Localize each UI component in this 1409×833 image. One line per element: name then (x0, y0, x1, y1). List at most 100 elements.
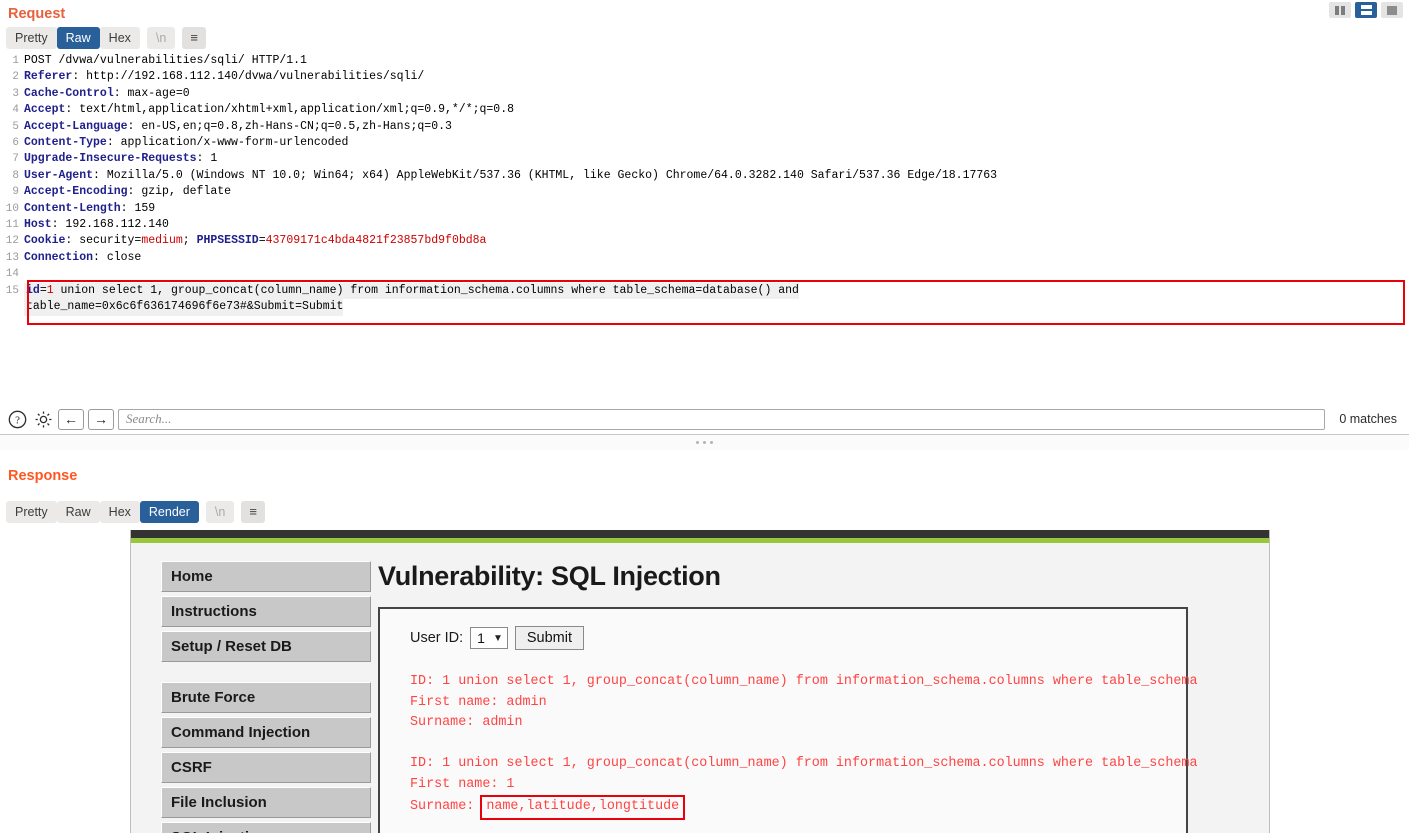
request-line: 9 Accept-Encoding: gzip, deflate (0, 184, 1409, 200)
request-line: 6 Content-Type: application/x-www-form-ur… (0, 135, 1409, 151)
dvwa-top-bar (131, 530, 1269, 538)
sql-payload-line-1[interactable]: id=1 union select 1, group_concat(column… (24, 282, 799, 300)
line-number: 5 (12, 120, 19, 133)
sidebar-item-setup-reset-db[interactable]: Setup / Reset DB (161, 631, 371, 662)
line-number: 6 (12, 137, 19, 150)
match-count-label: 0 matches (1339, 412, 1397, 426)
request-header: Referer: http://192.168.112.140/dvwa/vul… (24, 70, 425, 84)
response-tabbar: Pretty Raw Hex Render \n ≡ (0, 498, 271, 527)
sql-result-block: ID: 1 union select 1, group_concat(colum… (410, 754, 1198, 820)
dvwa-page-body: Home Instructions Setup / Reset DB Brute… (130, 530, 1270, 833)
sidebar-item-home[interactable]: Home (161, 561, 371, 592)
request-header: Host: 192.168.112.140 (24, 218, 169, 232)
request-header: Accept-Encoding: gzip, deflate (24, 185, 232, 199)
find-previous-icon[interactable]: ← (58, 408, 84, 430)
line-number: 3 (12, 87, 19, 100)
sql-result-first-name: First name: 1 (410, 776, 515, 792)
dvwa-page: Home Instructions Setup / Reset DB Brute… (0, 530, 1409, 833)
tab-response-newline[interactable]: \n (205, 501, 235, 523)
tab-response-pretty[interactable]: Pretty (6, 501, 57, 523)
request-line: 13 Connection: close (0, 250, 1409, 266)
line-number: 7 (12, 153, 19, 166)
request-header: User-Agent: Mozilla/5.0 (Windows NT 10.0… (24, 168, 998, 182)
request-header: Content-Length: 159 (24, 201, 156, 215)
line-number (0, 299, 24, 315)
extracted-columns-highlight: name,latitude,longtitude (480, 795, 686, 820)
layout-horizontal-split-button[interactable] (1355, 2, 1377, 18)
vertical-split-icon (1335, 5, 1345, 15)
line-number: 15 (5, 284, 19, 297)
chevron-down-icon: ▼ (492, 632, 503, 644)
request-tabbar: Pretty Raw Hex \n ≡ (0, 24, 1409, 53)
sidebar-item-file-inclusion[interactable]: File Inclusion (161, 787, 371, 818)
sql-result-id-line: ID: 1 union select 1, group_concat(colum… (410, 756, 1198, 771)
request-header: Accept-Language: en-US,en;q=0.8,zh-Hans-… (24, 119, 452, 133)
request-line: 12 Cookie: security=medium; PHPSESSID=437… (0, 233, 1409, 249)
request-start-line: POST /dvwa/vulnerabilities/sqli/ HTTP/1.… (24, 54, 307, 67)
request-line: 5 Accept-Language: en-US,en;q=0.8,zh-Hans… (0, 119, 1409, 135)
tab-response-render[interactable]: Render (139, 501, 199, 523)
line-number: 2 (12, 71, 19, 84)
request-line: 10 Content-Length: 159 (0, 201, 1409, 217)
response-section-title: Response (8, 468, 78, 484)
sql-payload-line-2[interactable]: table_name=0x6c6f636174696f6e73#&Submit=… (24, 299, 344, 316)
search-input[interactable]: Search... (118, 408, 1326, 430)
single-pane-icon (1387, 5, 1397, 15)
user-id-select-value: 1 (477, 630, 485, 646)
sql-result-first-name: First name: admin (410, 694, 547, 710)
line-number: 8 (12, 169, 19, 182)
sql-result-surname: Surname: name,latitude,longtitude (410, 795, 1186, 820)
request-line: 7 Upgrade-Insecure-Requests: 1 (0, 151, 1409, 167)
sidebar-item-csrf[interactable]: CSRF (161, 752, 371, 783)
response-menu-icon[interactable]: ≡ (241, 501, 265, 523)
sql-result-surname: Surname: admin (410, 715, 523, 730)
svg-text:?: ? (15, 414, 20, 426)
tab-request-pretty[interactable]: Pretty (6, 27, 57, 49)
sidebar-item-instructions[interactable]: Instructions (161, 596, 371, 627)
line-number: 13 (5, 251, 19, 264)
help-icon[interactable]: ? (6, 408, 28, 430)
tab-request-newline[interactable]: \n (146, 27, 176, 49)
line-number: 1 (12, 55, 19, 67)
dvwa-main-content: Vulnerability: SQL Injection User ID: 1 … (356, 543, 1269, 833)
tab-request-raw[interactable]: Raw (56, 27, 100, 49)
user-id-form: User ID: 1 ▼ Submit (410, 626, 1186, 650)
layout-single-pane-button[interactable] (1381, 2, 1403, 18)
tab-request-hex[interactable]: Hex (99, 27, 140, 49)
line-number: 4 (12, 104, 19, 117)
user-id-select[interactable]: 1 ▼ (470, 627, 508, 649)
window-layout-toggles (1329, 2, 1403, 18)
dvwa-sidebar: Home Instructions Setup / Reset DB Brute… (131, 543, 371, 833)
panel-splitter[interactable] (0, 434, 1409, 450)
sidebar-item-sql-injection[interactable]: SQL Injection (161, 822, 371, 833)
request-line: 8 User-Agent: Mozilla/5.0 (Windows NT 10.… (0, 168, 1409, 184)
sql-injection-panel: User ID: 1 ▼ Submit ID: 1 union select 1… (378, 607, 1198, 833)
burp-suite-repeater-window: Request Pretty Raw Hex \n ≡ 1 POST /dvwa/… (0, 0, 1409, 833)
request-menu-icon[interactable]: ≡ (182, 27, 206, 49)
tab-response-hex[interactable]: Hex (99, 501, 140, 523)
sql-injection-results: ID: 1 union select 1, group_concat(colum… (410, 672, 1198, 820)
request-line: 15 id=1 union select 1, group_concat(colu… (0, 282, 1409, 300)
request-header: Upgrade-Insecure-Requests: 1 (24, 152, 218, 166)
request-raw-editor[interactable]: 1 POST /dvwa/vulnerabilities/sqli/ HTTP/1… (0, 53, 1409, 378)
tab-response-raw[interactable]: Raw (56, 501, 100, 523)
line-number: 12 (5, 235, 19, 248)
request-line: 11 Host: 192.168.112.140 (0, 217, 1409, 233)
request-line: 2 Referer: http://192.168.112.140/dvwa/vu… (0, 69, 1409, 85)
line-number: 9 (12, 186, 19, 199)
request-header: Cookie: security=medium; PHPSESSID=43709… (24, 234, 487, 248)
find-next-icon[interactable]: → (88, 408, 114, 430)
layout-vertical-split-button[interactable] (1329, 2, 1351, 18)
user-id-label: User ID: (410, 630, 464, 646)
sidebar-item-brute-force[interactable]: Brute Force (161, 682, 371, 713)
request-line: 14 (0, 266, 1409, 282)
request-body-highlight: 15 id=1 union select 1, group_concat(colu… (0, 279, 1409, 325)
submit-button[interactable]: Submit (514, 626, 585, 650)
request-header: Connection: close (24, 250, 142, 264)
sidebar-item-command-injection[interactable]: Command Injection (161, 717, 371, 748)
request-header: Accept: text/html,application/xhtml+xml,… (24, 103, 515, 117)
gear-icon[interactable] (32, 408, 54, 430)
request-findbar: ? ← → Search... 0 matches (0, 404, 1409, 434)
sql-result-id-line: ID: 1 union select 1, group_concat(colum… (410, 674, 1198, 689)
response-render-pane: Home Instructions Setup / Reset DB Brute… (0, 530, 1409, 833)
